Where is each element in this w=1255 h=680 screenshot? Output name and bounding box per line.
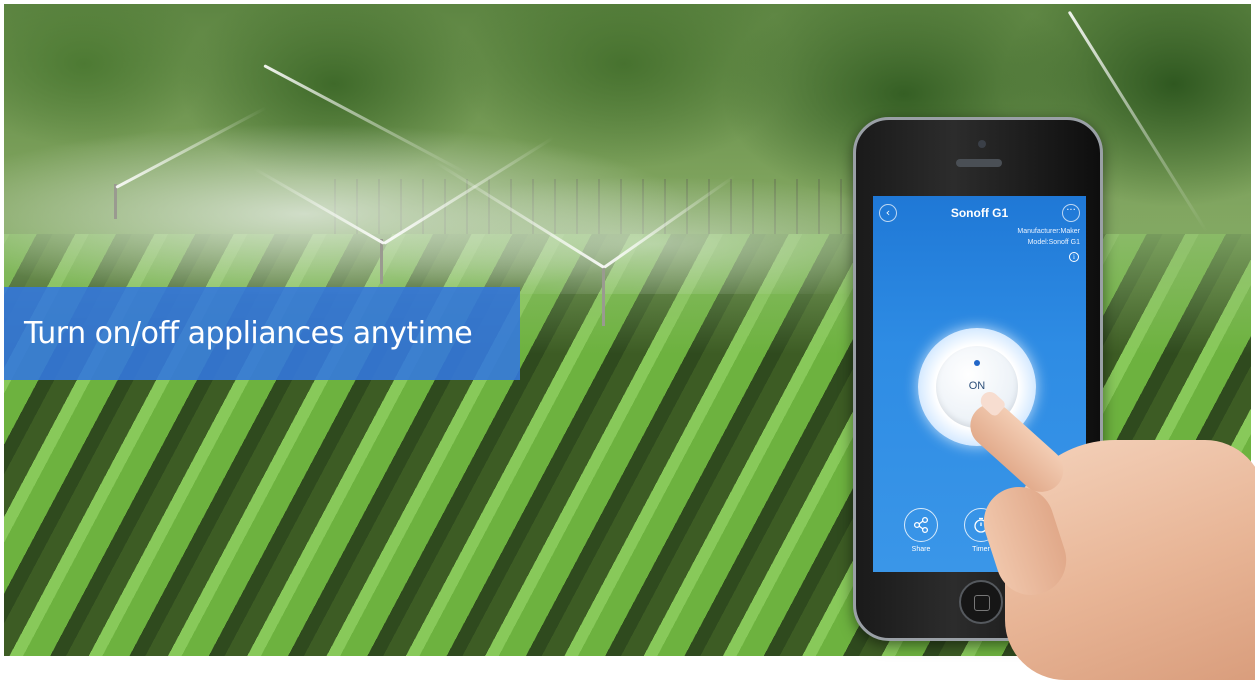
- more-button[interactable]: ···: [1062, 204, 1080, 222]
- manufacturer-text: Manufacturer:Maker: [1017, 228, 1080, 235]
- info-icon[interactable]: i: [1069, 252, 1079, 262]
- back-button[interactable]: ‹: [879, 204, 897, 222]
- earpiece: [956, 159, 1002, 167]
- power-state-label: ON: [968, 380, 986, 392]
- share-button[interactable]: Share: [899, 508, 943, 553]
- share-icon: [904, 508, 938, 542]
- front-camera: [978, 140, 986, 148]
- device-title: Sonoff G1: [950, 206, 1009, 220]
- more-icon: ···: [1066, 205, 1076, 216]
- sprinkler: [380, 239, 383, 284]
- home-button[interactable]: [959, 580, 1003, 624]
- device-info: Manufacturer:Maker Model:Sonoff G1: [1017, 226, 1080, 248]
- app-header: ‹ Sonoff G1 ···: [873, 196, 1086, 230]
- status-dot: [974, 360, 980, 366]
- caption-banner: Turn on/off appliances anytime: [4, 287, 520, 380]
- model-text: Model:Sonoff G1: [1027, 239, 1080, 246]
- sprinkler: [114, 184, 117, 219]
- caption-text: Turn on/off appliances anytime: [24, 316, 473, 351]
- chevron-left-icon: ‹: [885, 206, 891, 219]
- share-label: Share: [911, 546, 931, 553]
- sprinkler: [602, 266, 605, 326]
